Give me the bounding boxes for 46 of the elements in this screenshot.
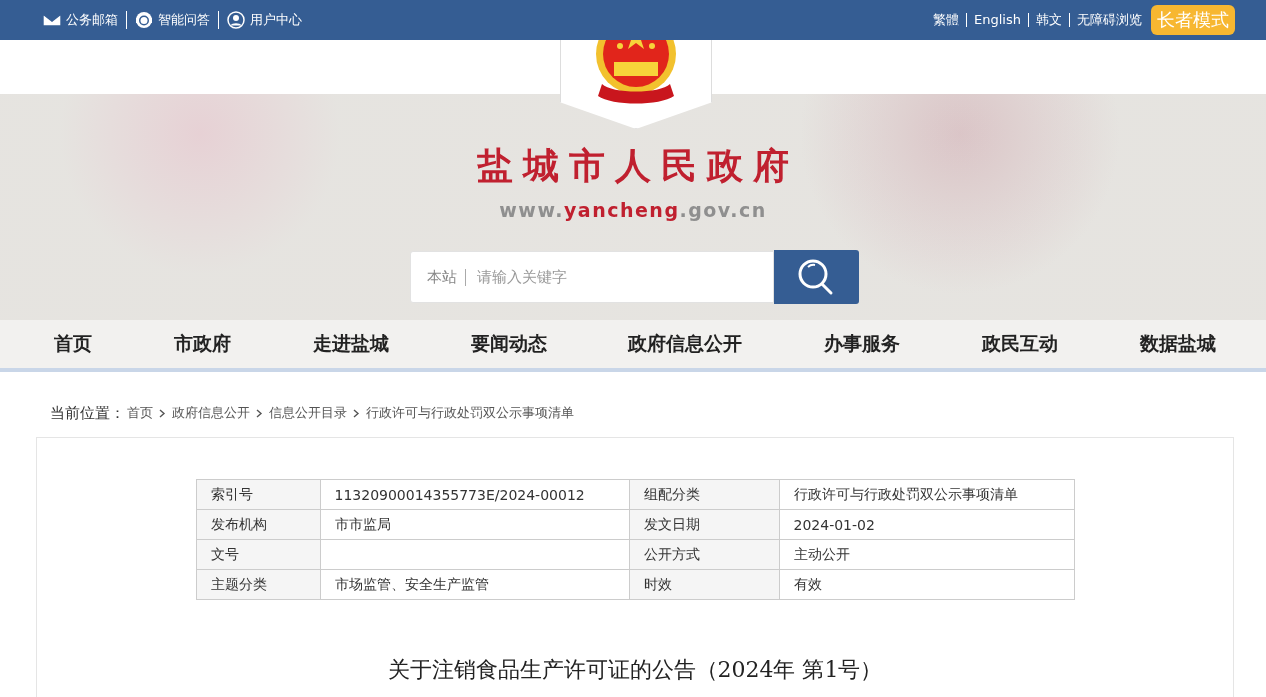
nav-tab[interactable]: 走进盐城 [312,331,389,357]
search-button[interactable] [773,250,859,304]
site-url: www.yancheng.gov.cn [499,199,767,221]
table-label-cell: 发文日期 [629,509,779,540]
breadcrumb-link[interactable]: 行政许可与行政处罚双公示事项清单 [366,404,574,422]
nav-tab[interactable]: 首页 [54,331,92,357]
top-link[interactable]: 韩文 [1028,13,1069,27]
top-link[interactable]: 繁體 [926,13,967,27]
table-cell: 市市监局 [320,509,629,540]
search-scope[interactable]: 本站 [426,268,466,286]
nav-tab[interactable]: 要闻动态 [470,331,547,357]
table-label-cell: 公开方式 [629,539,779,570]
nav-tab[interactable]: 数据盐城 [1139,331,1216,357]
nav-tab[interactable]: 办事服务 [824,331,901,357]
top-link[interactable]: 用户中心 [218,11,310,29]
table-cell: 11320900014355773E/2024-00012 [320,479,629,510]
nav-tab[interactable]: 市政府 [173,331,231,357]
breadcrumb-link[interactable]: 信息公开目录 [269,404,347,422]
table-label-cell: 发布机构 [196,509,320,540]
article-title: 关于注销食品生产许可证的公告（2024年 第1号） [387,656,883,684]
table-cell: 行政许可与行政处罚双公示事项清单 [779,479,1074,510]
mail-icon [43,13,61,27]
nav-tab[interactable]: 政民互动 [982,331,1059,357]
top-link[interactable]: 公务邮箱 [43,13,126,27]
top-link[interactable]: 智能问答 [126,11,218,29]
chevron-icon [353,408,360,418]
breadcrumb-link[interactable]: 政府信息公开 [172,404,250,422]
chevron-icon [159,408,166,418]
breadcrumb-label: 当前位置： [50,403,125,423]
user-icon [227,11,245,29]
table-label-cell: 索引号 [196,479,320,510]
site-name: 盐城市人民政府 [476,144,799,188]
table-label-cell: 组配分类 [629,479,779,510]
table-cell: 有效 [779,569,1074,600]
table-label-cell: 主题分类 [196,569,320,600]
nav-tab[interactable]: 政府信息公开 [628,331,743,357]
table-label-cell: 时效 [629,569,779,600]
table-cell: 市场监管、安全生产监管 [320,569,629,600]
breadcrumb-link[interactable]: 首页 [127,404,153,422]
table-cell: 2024-01-02 [779,509,1074,540]
table-cell: 主动公开 [779,539,1074,570]
chevron-icon [256,408,263,418]
top-link[interactable]: 无障碍浏览 [1069,13,1149,27]
search-field[interactable]: 本站 请输入关键字 [409,251,774,303]
table-label-cell: 文号 [196,539,320,570]
top-link[interactable]: English [966,13,1028,27]
